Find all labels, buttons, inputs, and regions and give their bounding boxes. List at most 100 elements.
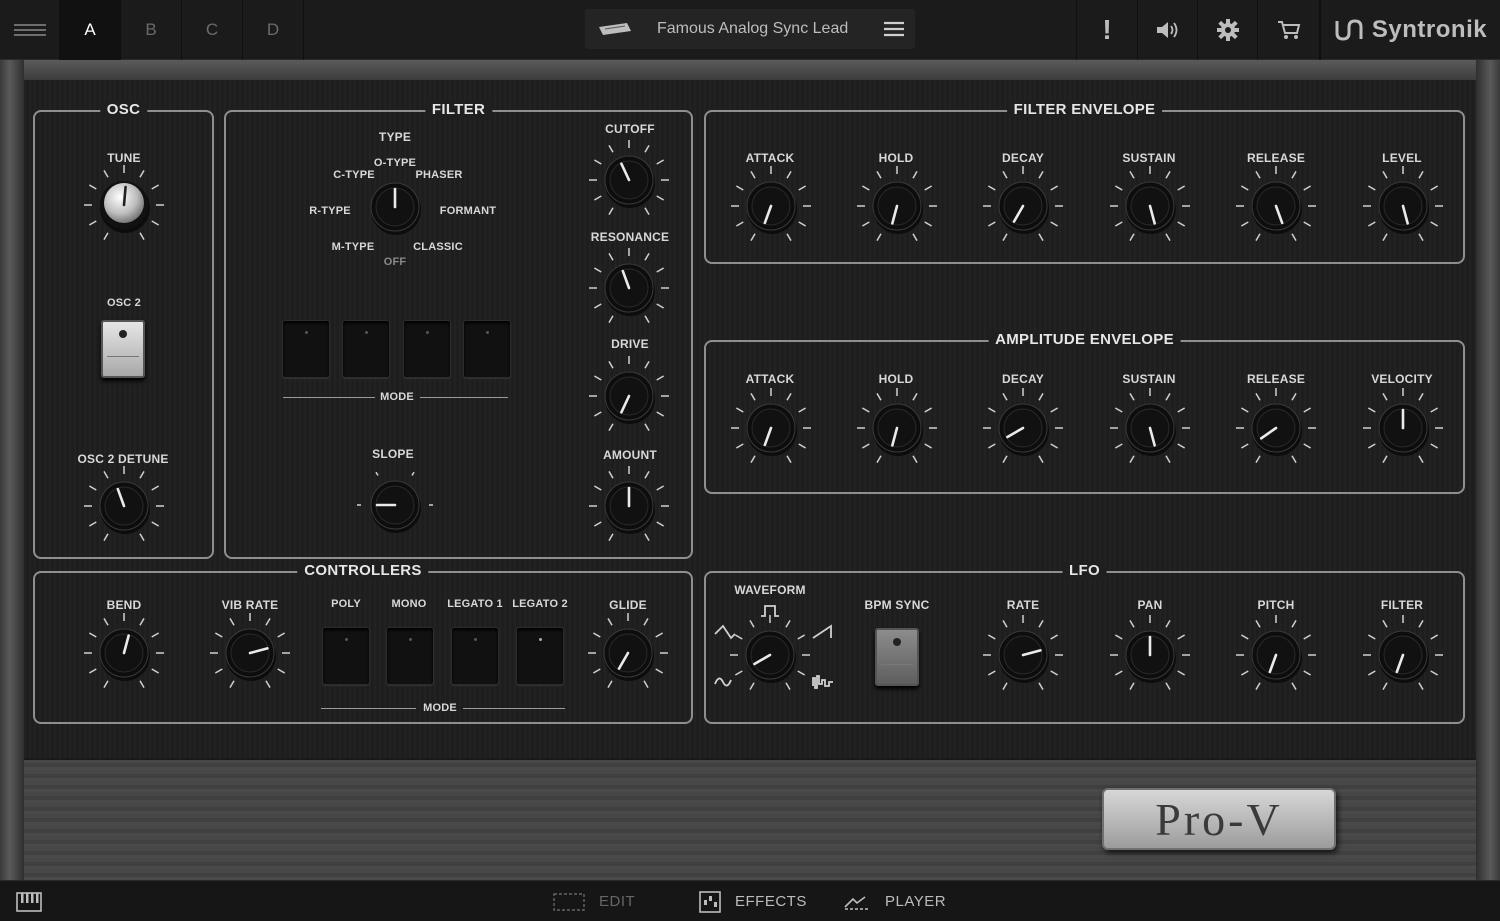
aenv-hold-label: HOLD	[878, 372, 914, 386]
drive-knob[interactable]	[587, 354, 671, 438]
keyboard-icon[interactable]	[16, 881, 42, 921]
aenv-attack-knob[interactable]	[729, 386, 813, 470]
osc2-detune-knob[interactable]	[82, 464, 166, 548]
fenv-hold-label: HOLD	[878, 151, 914, 165]
amount-knob[interactable]	[587, 464, 671, 548]
cutoff-label: CUTOFF	[605, 122, 655, 136]
aenv-velocity-label: VELOCITY	[1371, 372, 1433, 386]
pro-v-badge: Pro-V	[1102, 788, 1336, 850]
fenv-release-knob[interactable]	[1234, 164, 1318, 248]
filter-mode-label: MODE	[380, 391, 414, 403]
cart-icon[interactable]	[1258, 0, 1320, 60]
filter-envelope-title: FILTER ENVELOPE	[1006, 101, 1163, 118]
bottom-navigation-bar: EDIT EFFECTS PLAYER	[0, 880, 1500, 921]
resonance-label: RESONANCE	[590, 230, 670, 244]
legato1-button[interactable]	[451, 627, 499, 685]
filter-title: FILTER	[424, 101, 493, 118]
amplitude-envelope-section: AMPLITUDE ENVELOPE	[704, 331, 1465, 494]
syntronik-logo: Syntronik	[1320, 0, 1500, 60]
amount-label: AMOUNT	[603, 448, 657, 462]
syntronik-mark-icon	[1335, 19, 1363, 41]
cutoff-knob[interactable]	[587, 138, 671, 222]
aenv-release-label: RELEASE	[1246, 372, 1306, 386]
bend-knob[interactable]	[82, 611, 166, 695]
slope-knob[interactable]	[353, 463, 437, 547]
edit-icon	[553, 892, 585, 911]
filter-mode-button-4[interactable]	[463, 320, 511, 378]
filter-mode-line-right	[420, 397, 508, 398]
legato2-button[interactable]	[516, 627, 564, 685]
poly-button[interactable]	[322, 627, 370, 685]
osc2-toggle[interactable]	[101, 320, 145, 378]
bend-label: BEND	[106, 598, 142, 612]
slot-d-tab[interactable]: D	[243, 0, 304, 60]
alert-icon[interactable]: !	[1076, 0, 1138, 60]
top-metal-strip	[24, 60, 1476, 80]
aenv-release-knob[interactable]	[1234, 386, 1318, 470]
controllers-mode-label: MODE	[423, 702, 457, 714]
lfo-pitch-knob[interactable]	[1234, 613, 1318, 697]
player-tab[interactable]: PLAYER	[843, 881, 946, 921]
slot-a-tab[interactable]: A	[60, 0, 121, 60]
aenv-velocity-knob[interactable]	[1361, 386, 1445, 470]
lfo-rate-knob[interactable]	[981, 613, 1065, 697]
fenv-release-label: RELEASE	[1246, 151, 1306, 165]
fenv-attack-knob[interactable]	[729, 164, 813, 248]
resonance-knob[interactable]	[587, 246, 671, 330]
controllers-mode-line-left	[321, 708, 416, 709]
aenv-sustain-knob[interactable]	[1108, 386, 1192, 470]
type-r-label[interactable]: R-TYPE	[309, 205, 351, 217]
fenv-decay-label: DECAY	[1002, 151, 1044, 165]
effects-tab[interactable]: EFFECTS	[699, 881, 807, 921]
controllers-mode-line-right	[463, 708, 565, 709]
filter-mode-button-1[interactable]	[282, 320, 330, 378]
edit-label: EDIT	[599, 893, 636, 910]
aenv-decay-knob[interactable]	[981, 386, 1065, 470]
preset-list-icon[interactable]	[883, 20, 905, 38]
fenv-hold-knob[interactable]	[855, 164, 939, 248]
saw-wave-icon	[812, 624, 832, 639]
glide-knob[interactable]	[586, 611, 670, 695]
effects-label: EFFECTS	[735, 893, 807, 910]
lfo-pan-knob[interactable]	[1108, 613, 1192, 697]
waveform-knob[interactable]	[728, 613, 812, 697]
mono-button[interactable]	[386, 627, 434, 685]
keyboard-thumbnail-icon	[599, 23, 631, 35]
speaker-icon[interactable]	[1138, 0, 1198, 60]
fenv-decay-knob[interactable]	[981, 164, 1065, 248]
type-off-label[interactable]: OFF	[384, 256, 407, 268]
osc-title: OSC	[99, 101, 148, 118]
fenv-sustain-knob[interactable]	[1108, 164, 1192, 248]
bpm-sync-toggle[interactable]	[875, 628, 919, 686]
type-formant-label[interactable]: FORMANT	[440, 205, 496, 217]
menu-lines-icon[interactable]	[0, 0, 60, 60]
glide-label: GLIDE	[609, 598, 647, 612]
filter-type-knob[interactable]	[353, 165, 437, 249]
controllers-title: CONTROLLERS	[297, 562, 429, 579]
effects-icon	[699, 890, 721, 913]
tune-knob[interactable]	[82, 163, 166, 247]
filter-mode-button-3[interactable]	[403, 320, 451, 378]
slot-c-tab[interactable]: C	[182, 0, 243, 60]
vib-rate-label: VIB RATE	[221, 598, 279, 612]
gear-icon[interactable]	[1198, 0, 1258, 60]
amplitude-envelope-title: AMPLITUDE ENVELOPE	[988, 331, 1181, 348]
aenv-decay-label: DECAY	[1002, 372, 1044, 386]
filter-envelope-section: FILTER ENVELOPE	[704, 101, 1465, 264]
aenv-hold-knob[interactable]	[855, 386, 939, 470]
filter-mode-button-2[interactable]	[342, 320, 390, 378]
player-label: PLAYER	[885, 893, 947, 910]
edit-tab[interactable]: EDIT	[553, 881, 635, 921]
lfo-filter-knob[interactable]	[1361, 613, 1445, 697]
bpm-sync-label: BPM SYNC	[864, 598, 930, 612]
lfo-filter-label: FILTER	[1380, 598, 1424, 612]
player-icon	[844, 895, 869, 910]
fenv-attack-label: ATTACK	[745, 151, 795, 165]
fenv-level-knob[interactable]	[1361, 164, 1445, 248]
filter-type-label: TYPE	[378, 130, 412, 144]
vib-rate-knob[interactable]	[208, 611, 292, 695]
slot-b-tab[interactable]: B	[121, 0, 182, 60]
preset-name: Famous Analog Sync Lead	[657, 20, 849, 37]
preset-selector[interactable]: Famous Analog Sync Lead	[585, 9, 915, 49]
mode-legato1-label: LEGATO 1	[447, 598, 503, 610]
